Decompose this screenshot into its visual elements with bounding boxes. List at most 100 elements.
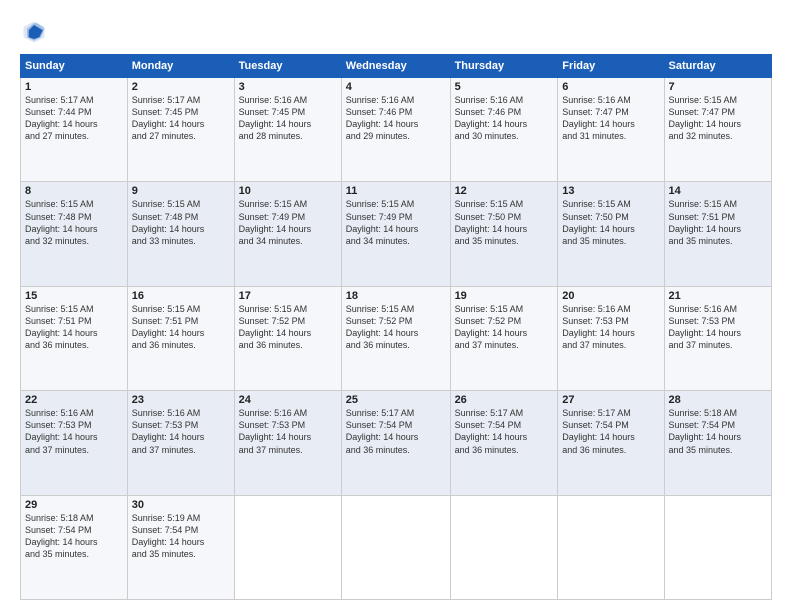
calendar-cell: 7Sunrise: 5:15 AM Sunset: 7:47 PM Daylig… [664, 78, 771, 182]
calendar-table: SundayMondayTuesdayWednesdayThursdayFrid… [20, 54, 772, 600]
day-number: 13 [562, 185, 659, 197]
day-number: 27 [562, 394, 659, 406]
calendar-cell: 28Sunrise: 5:18 AM Sunset: 7:54 PM Dayli… [664, 391, 771, 495]
day-info: Sunrise: 5:16 AM Sunset: 7:47 PM Dayligh… [562, 94, 659, 143]
day-info: Sunrise: 5:15 AM Sunset: 7:49 PM Dayligh… [346, 198, 446, 247]
day-number: 8 [25, 185, 123, 197]
day-number: 9 [132, 185, 230, 197]
day-number: 17 [239, 290, 337, 302]
day-number: 2 [132, 81, 230, 93]
calendar-cell: 10Sunrise: 5:15 AM Sunset: 7:49 PM Dayli… [234, 182, 341, 286]
day-info: Sunrise: 5:16 AM Sunset: 7:53 PM Dayligh… [562, 303, 659, 352]
page: SundayMondayTuesdayWednesdayThursdayFrid… [0, 0, 792, 612]
calendar-cell: 6Sunrise: 5:16 AM Sunset: 7:47 PM Daylig… [558, 78, 664, 182]
day-info: Sunrise: 5:16 AM Sunset: 7:46 PM Dayligh… [455, 94, 554, 143]
calendar-cell: 27Sunrise: 5:17 AM Sunset: 7:54 PM Dayli… [558, 391, 664, 495]
day-number: 15 [25, 290, 123, 302]
calendar-cell [341, 495, 450, 599]
day-info: Sunrise: 5:17 AM Sunset: 7:54 PM Dayligh… [346, 407, 446, 456]
calendar-cell [234, 495, 341, 599]
calendar-cell: 15Sunrise: 5:15 AM Sunset: 7:51 PM Dayli… [21, 286, 128, 390]
day-of-week-sunday: Sunday [21, 55, 128, 78]
day-number: 11 [346, 185, 446, 197]
day-of-week-wednesday: Wednesday [341, 55, 450, 78]
day-info: Sunrise: 5:19 AM Sunset: 7:54 PM Dayligh… [132, 512, 230, 561]
calendar-cell [450, 495, 558, 599]
logo [20, 18, 52, 46]
day-info: Sunrise: 5:15 AM Sunset: 7:51 PM Dayligh… [25, 303, 123, 352]
day-of-week-monday: Monday [127, 55, 234, 78]
calendar-cell: 5Sunrise: 5:16 AM Sunset: 7:46 PM Daylig… [450, 78, 558, 182]
calendar-week-row: 1Sunrise: 5:17 AM Sunset: 7:44 PM Daylig… [21, 78, 772, 182]
day-info: Sunrise: 5:16 AM Sunset: 7:53 PM Dayligh… [669, 303, 767, 352]
calendar-cell: 12Sunrise: 5:15 AM Sunset: 7:50 PM Dayli… [450, 182, 558, 286]
day-info: Sunrise: 5:17 AM Sunset: 7:45 PM Dayligh… [132, 94, 230, 143]
day-number: 18 [346, 290, 446, 302]
day-info: Sunrise: 5:18 AM Sunset: 7:54 PM Dayligh… [25, 512, 123, 561]
day-info: Sunrise: 5:15 AM Sunset: 7:50 PM Dayligh… [562, 198, 659, 247]
day-info: Sunrise: 5:15 AM Sunset: 7:51 PM Dayligh… [132, 303, 230, 352]
day-info: Sunrise: 5:16 AM Sunset: 7:53 PM Dayligh… [132, 407, 230, 456]
day-info: Sunrise: 5:15 AM Sunset: 7:52 PM Dayligh… [239, 303, 337, 352]
calendar-week-row: 29Sunrise: 5:18 AM Sunset: 7:54 PM Dayli… [21, 495, 772, 599]
calendar-cell: 30Sunrise: 5:19 AM Sunset: 7:54 PM Dayli… [127, 495, 234, 599]
calendar-cell: 13Sunrise: 5:15 AM Sunset: 7:50 PM Dayli… [558, 182, 664, 286]
day-info: Sunrise: 5:15 AM Sunset: 7:48 PM Dayligh… [132, 198, 230, 247]
day-number: 10 [239, 185, 337, 197]
day-number: 26 [455, 394, 554, 406]
day-number: 21 [669, 290, 767, 302]
day-info: Sunrise: 5:17 AM Sunset: 7:54 PM Dayligh… [455, 407, 554, 456]
day-of-week-thursday: Thursday [450, 55, 558, 78]
day-info: Sunrise: 5:15 AM Sunset: 7:49 PM Dayligh… [239, 198, 337, 247]
day-number: 19 [455, 290, 554, 302]
day-number: 28 [669, 394, 767, 406]
day-of-week-friday: Friday [558, 55, 664, 78]
day-number: 29 [25, 499, 123, 511]
calendar-cell: 26Sunrise: 5:17 AM Sunset: 7:54 PM Dayli… [450, 391, 558, 495]
calendar-cell: 25Sunrise: 5:17 AM Sunset: 7:54 PM Dayli… [341, 391, 450, 495]
day-number: 4 [346, 81, 446, 93]
calendar-week-row: 22Sunrise: 5:16 AM Sunset: 7:53 PM Dayli… [21, 391, 772, 495]
day-info: Sunrise: 5:15 AM Sunset: 7:48 PM Dayligh… [25, 198, 123, 247]
day-of-week-saturday: Saturday [664, 55, 771, 78]
day-number: 6 [562, 81, 659, 93]
day-info: Sunrise: 5:18 AM Sunset: 7:54 PM Dayligh… [669, 407, 767, 456]
day-number: 30 [132, 499, 230, 511]
day-info: Sunrise: 5:15 AM Sunset: 7:52 PM Dayligh… [346, 303, 446, 352]
calendar-cell: 8Sunrise: 5:15 AM Sunset: 7:48 PM Daylig… [21, 182, 128, 286]
calendar-week-row: 8Sunrise: 5:15 AM Sunset: 7:48 PM Daylig… [21, 182, 772, 286]
day-number: 5 [455, 81, 554, 93]
calendar-cell: 14Sunrise: 5:15 AM Sunset: 7:51 PM Dayli… [664, 182, 771, 286]
calendar-cell: 18Sunrise: 5:15 AM Sunset: 7:52 PM Dayli… [341, 286, 450, 390]
calendar-cell: 19Sunrise: 5:15 AM Sunset: 7:52 PM Dayli… [450, 286, 558, 390]
day-number: 22 [25, 394, 123, 406]
day-number: 14 [669, 185, 767, 197]
calendar-cell: 1Sunrise: 5:17 AM Sunset: 7:44 PM Daylig… [21, 78, 128, 182]
day-number: 23 [132, 394, 230, 406]
day-number: 7 [669, 81, 767, 93]
day-number: 16 [132, 290, 230, 302]
calendar-header-row: SundayMondayTuesdayWednesdayThursdayFrid… [21, 55, 772, 78]
calendar-cell: 9Sunrise: 5:15 AM Sunset: 7:48 PM Daylig… [127, 182, 234, 286]
day-info: Sunrise: 5:15 AM Sunset: 7:51 PM Dayligh… [669, 198, 767, 247]
calendar-cell: 24Sunrise: 5:16 AM Sunset: 7:53 PM Dayli… [234, 391, 341, 495]
day-info: Sunrise: 5:16 AM Sunset: 7:46 PM Dayligh… [346, 94, 446, 143]
calendar-body: 1Sunrise: 5:17 AM Sunset: 7:44 PM Daylig… [21, 78, 772, 600]
day-number: 20 [562, 290, 659, 302]
day-info: Sunrise: 5:15 AM Sunset: 7:52 PM Dayligh… [455, 303, 554, 352]
calendar-cell [558, 495, 664, 599]
day-info: Sunrise: 5:17 AM Sunset: 7:44 PM Dayligh… [25, 94, 123, 143]
calendar-cell: 29Sunrise: 5:18 AM Sunset: 7:54 PM Dayli… [21, 495, 128, 599]
calendar-cell [664, 495, 771, 599]
day-info: Sunrise: 5:15 AM Sunset: 7:47 PM Dayligh… [669, 94, 767, 143]
day-number: 12 [455, 185, 554, 197]
calendar-cell: 16Sunrise: 5:15 AM Sunset: 7:51 PM Dayli… [127, 286, 234, 390]
calendar-cell: 21Sunrise: 5:16 AM Sunset: 7:53 PM Dayli… [664, 286, 771, 390]
header [20, 18, 772, 46]
day-info: Sunrise: 5:16 AM Sunset: 7:53 PM Dayligh… [239, 407, 337, 456]
calendar-cell: 23Sunrise: 5:16 AM Sunset: 7:53 PM Dayli… [127, 391, 234, 495]
day-info: Sunrise: 5:16 AM Sunset: 7:53 PM Dayligh… [25, 407, 123, 456]
day-of-week-tuesday: Tuesday [234, 55, 341, 78]
calendar-cell: 22Sunrise: 5:16 AM Sunset: 7:53 PM Dayli… [21, 391, 128, 495]
calendar-cell: 17Sunrise: 5:15 AM Sunset: 7:52 PM Dayli… [234, 286, 341, 390]
